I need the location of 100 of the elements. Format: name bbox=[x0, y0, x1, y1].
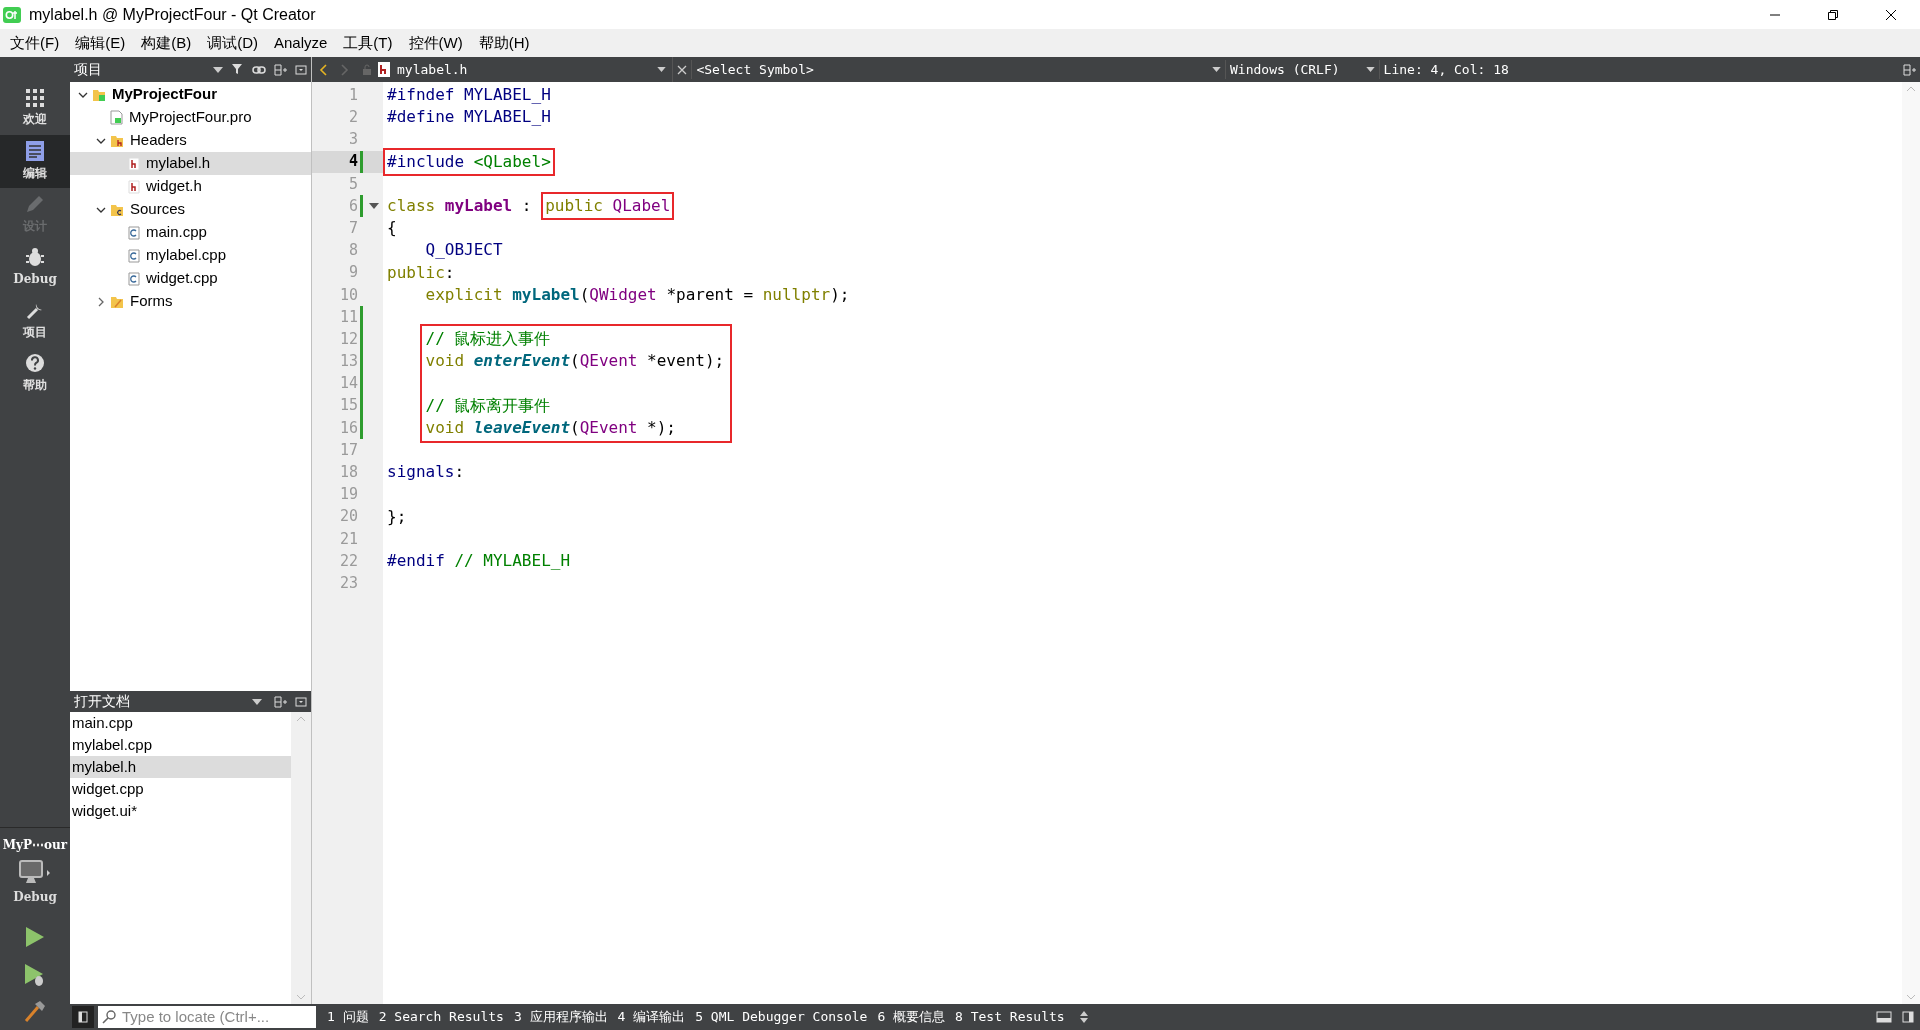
locate-field[interactable]: Type to locate (Ctrl+... bbox=[98, 1006, 316, 1028]
line-ending-selector[interactable]: Windows (CRLF) bbox=[1225, 59, 1366, 80]
tree-item[interactable]: MyProjectFour.pro bbox=[70, 106, 311, 129]
fold-arrow-icon[interactable] bbox=[369, 203, 379, 210]
line-number: 1 bbox=[347, 84, 358, 106]
output-pane-tab[interactable]: 6 概要信息 bbox=[872, 1007, 951, 1027]
monitor-icon bbox=[18, 860, 52, 886]
right-sidebar-icon[interactable] bbox=[1902, 1011, 1914, 1023]
line-number: 4 bbox=[347, 151, 358, 173]
kit-project-label: MyP⋯our bbox=[2, 837, 68, 854]
header-file-icon bbox=[128, 179, 140, 194]
line-number: 11 bbox=[338, 306, 358, 328]
sidebar-icon bbox=[78, 1011, 88, 1023]
play-icon bbox=[25, 926, 45, 948]
menu-item[interactable]: 文件(F) bbox=[2, 31, 68, 55]
output-pane-icon[interactable] bbox=[1876, 1011, 1892, 1023]
close-icon bbox=[677, 64, 688, 75]
dropdown-icon[interactable] bbox=[1365, 67, 1375, 72]
sort-icon[interactable] bbox=[1079, 1011, 1088, 1023]
tree-item[interactable]: mylabel.cpp bbox=[70, 244, 311, 267]
output-pane-tab[interactable]: 2 Search Results bbox=[373, 1007, 509, 1027]
split-icon[interactable] bbox=[274, 695, 287, 708]
menu-item[interactable]: 编辑(E) bbox=[67, 31, 134, 55]
tree-item[interactable]: MyProjectFour bbox=[70, 83, 311, 106]
code-line: public: bbox=[387, 261, 455, 284]
close-panel-icon[interactable] bbox=[295, 64, 307, 75]
tree-item[interactable]: main.cpp bbox=[70, 221, 311, 244]
menu-item[interactable]: 控件(W) bbox=[400, 31, 471, 55]
menu-item[interactable]: 构建(B) bbox=[133, 31, 200, 55]
play-bug-icon bbox=[24, 963, 46, 987]
split-icon[interactable] bbox=[274, 63, 287, 76]
tree-item[interactable]: Sources bbox=[70, 198, 311, 221]
line-number: 14 bbox=[338, 373, 358, 395]
dropdown-icon[interactable] bbox=[213, 66, 223, 73]
line-number: 20 bbox=[338, 506, 358, 528]
mode-button[interactable]: 欢迎 bbox=[0, 82, 70, 135]
code-line: void leaveEvent(QEvent *); bbox=[425, 416, 676, 439]
code-line: #ifndef MYLABEL_H bbox=[387, 84, 551, 107]
line-number: 13 bbox=[338, 351, 358, 373]
back-icon[interactable] bbox=[318, 63, 328, 76]
code-line: void enterEvent(QEvent *event); bbox=[425, 350, 725, 373]
mode-button[interactable]: Debug bbox=[0, 241, 70, 294]
document-item[interactable]: main.cpp bbox=[70, 712, 291, 734]
line-number: 5 bbox=[347, 173, 358, 195]
mode-button[interactable]: 项目 bbox=[0, 294, 70, 347]
close-panel-icon[interactable] bbox=[295, 696, 307, 707]
code-line: }; bbox=[387, 505, 407, 528]
document-item[interactable]: mylabel.cpp bbox=[70, 734, 291, 756]
output-pane-tab[interactable]: 1 问题 bbox=[322, 1007, 374, 1027]
document-icon bbox=[26, 141, 44, 161]
tree-item[interactable]: widget.cpp bbox=[70, 267, 311, 290]
menu-item[interactable]: 工具(T) bbox=[335, 31, 401, 55]
tree-item[interactable]: Headers bbox=[70, 129, 311, 152]
split-icon[interactable] bbox=[1903, 63, 1916, 76]
pencil-icon bbox=[25, 194, 45, 214]
filter-icon[interactable] bbox=[231, 63, 244, 76]
output-pane-tab[interactable]: 5 QML Debugger Console bbox=[690, 1007, 873, 1027]
kit-selector[interactable]: Debug bbox=[13, 860, 57, 906]
dropdown-icon[interactable] bbox=[1212, 67, 1221, 72]
line-number: 7 bbox=[347, 217, 358, 239]
dropdown-icon[interactable] bbox=[252, 698, 262, 705]
toggle-sidebar-button[interactable] bbox=[72, 1006, 94, 1028]
dropdown-icon[interactable] bbox=[657, 67, 667, 72]
output-pane-tab[interactable]: 8 Test Results bbox=[950, 1007, 1070, 1027]
mode-button[interactable]: 帮助 bbox=[0, 347, 70, 400]
folder-icon bbox=[110, 202, 124, 217]
line-number: 15 bbox=[338, 395, 358, 417]
mode-button[interactable]: 编辑 bbox=[0, 135, 70, 188]
tree-item[interactable]: widget.h bbox=[70, 175, 311, 198]
document-item[interactable]: mylabel.h bbox=[70, 756, 291, 778]
line-number: 17 bbox=[338, 439, 358, 461]
highlight-box: #include <QLabel> bbox=[383, 147, 555, 176]
document-item[interactable]: widget.ui* bbox=[70, 800, 291, 822]
output-pane-tab[interactable]: 3 应用程序输出 bbox=[508, 1007, 613, 1027]
tree-item[interactable]: mylabel.h bbox=[70, 152, 311, 175]
menu-item[interactable]: 调试(D) bbox=[199, 31, 266, 55]
symbol-selector[interactable]: <Select Symbol> bbox=[691, 59, 818, 80]
line-number: 3 bbox=[347, 129, 358, 151]
menu-item[interactable]: Analyze bbox=[266, 31, 336, 55]
qt-logo-icon bbox=[3, 6, 21, 23]
menu-item[interactable]: 帮助(H) bbox=[470, 31, 538, 55]
cursor-position[interactable]: Line: 4, Col: 18 bbox=[1378, 59, 1509, 80]
output-pane-tab[interactable]: 4 编译输出 bbox=[612, 1007, 691, 1027]
line-number: 2 bbox=[347, 107, 358, 129]
folder-icon bbox=[110, 133, 124, 148]
tree-item[interactable]: Forms bbox=[70, 290, 311, 313]
line-number: 9 bbox=[347, 262, 358, 284]
close-icon bbox=[1885, 8, 1897, 21]
hammer-icon bbox=[23, 999, 47, 1023]
code-line: // 鼠标离开事件 bbox=[425, 394, 551, 417]
code-line: // 鼠标进入事件 bbox=[425, 328, 551, 351]
file-name[interactable]: mylabel.h bbox=[397, 59, 468, 80]
code-line: #define MYLABEL_H bbox=[387, 106, 551, 129]
document-item[interactable]: widget.cpp bbox=[70, 778, 291, 800]
line-number: 10 bbox=[338, 284, 358, 306]
window-title: mylabel.h @ MyProjectFour - Qt Creator bbox=[29, 4, 316, 25]
line-number: 12 bbox=[338, 328, 358, 350]
search-icon bbox=[102, 1010, 118, 1024]
link-icon[interactable] bbox=[252, 64, 266, 75]
line-number: 22 bbox=[338, 550, 358, 572]
